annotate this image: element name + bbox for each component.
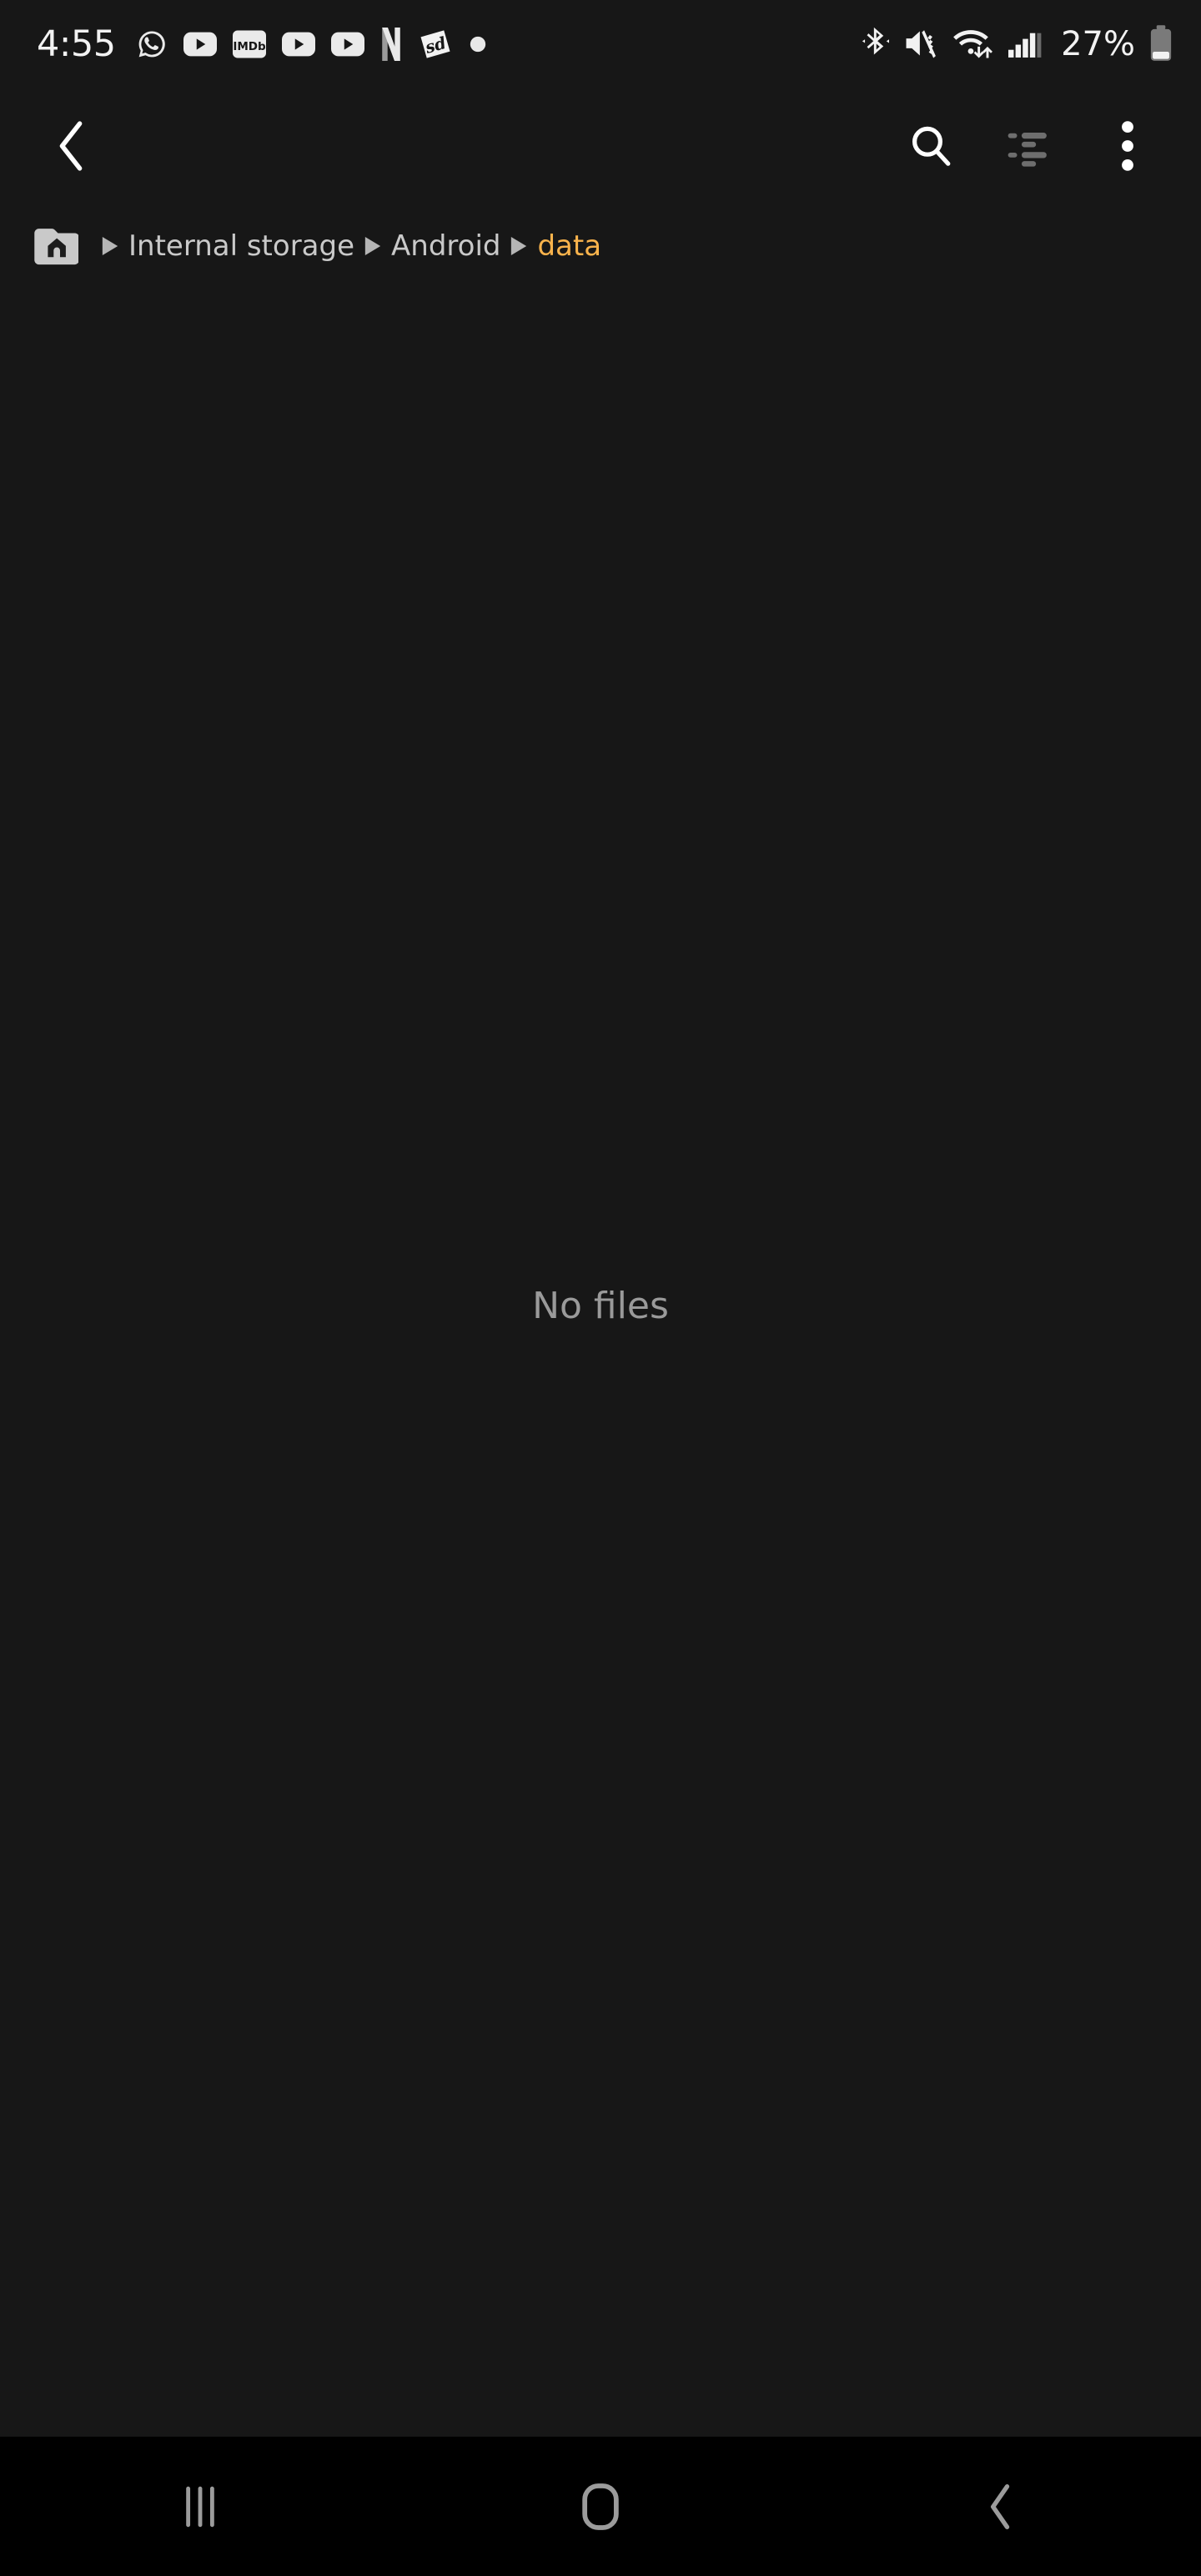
battery-percent-label: 27% <box>1061 25 1135 63</box>
nav-home-button[interactable] <box>400 2437 801 2576</box>
breadcrumb-item-data[interactable]: data <box>535 227 603 265</box>
breadcrumb-separator <box>502 235 535 257</box>
more-notifications-dot <box>469 35 487 57</box>
search-button[interactable] <box>891 106 971 186</box>
app-toolbar <box>0 92 1201 200</box>
nav-back-button[interactable] <box>801 2437 1201 2576</box>
chevron-left-icon <box>990 2483 1010 2529</box>
recents-icon <box>186 2486 214 2527</box>
more-vertical-icon <box>1122 121 1133 171</box>
toolbar-actions <box>891 106 1168 186</box>
youtube-icon <box>281 32 315 60</box>
more-options-button[interactable] <box>1088 106 1168 186</box>
home-folder-icon[interactable] <box>33 224 78 269</box>
status-bar: 4:55 IMDb sd 27% <box>0 0 1201 92</box>
status-bar-left: 4:55 IMDb sd <box>37 23 487 65</box>
list-view-icon <box>1008 133 1047 167</box>
status-clock: 4:55 <box>37 23 116 65</box>
home-icon <box>582 2483 619 2530</box>
chevron-left-icon <box>59 121 83 171</box>
breadcrumb-separator <box>93 235 127 257</box>
breadcrumb-item-internal-storage[interactable]: Internal storage <box>127 227 356 265</box>
whatsapp-icon <box>136 28 168 63</box>
view-as-button[interactable] <box>989 106 1069 186</box>
file-list-area: No files <box>0 292 1201 2437</box>
breadcrumb-item-android[interactable]: Android <box>389 227 502 265</box>
status-bar-right: 27% <box>861 25 1173 65</box>
battery-icon <box>1149 25 1173 65</box>
phone-screen: 4:55 IMDb sd 27% Internal storage Androi… <box>0 0 1201 2576</box>
netflix-icon <box>380 28 402 64</box>
imdb-icon: IMDb <box>232 30 266 62</box>
svg-text:IMDb: IMDb <box>233 40 266 53</box>
back-button[interactable] <box>32 106 112 186</box>
breadcrumb-separator <box>356 235 389 257</box>
nav-recents-button[interactable] <box>0 2437 400 2576</box>
signal-icon <box>1008 27 1042 63</box>
youtube-icon <box>183 32 217 60</box>
breadcrumb: Internal storage Android data <box>0 200 1201 292</box>
bluetooth-icon <box>861 27 891 63</box>
empty-state-message: No files <box>532 1284 669 1327</box>
sound-vibrate-icon <box>903 27 940 63</box>
wifi-icon <box>952 26 996 64</box>
youtube-icon <box>330 32 364 60</box>
snapchat-icon: sd <box>418 27 453 65</box>
system-navigation-bar <box>0 2437 1201 2576</box>
search-icon <box>912 126 951 166</box>
